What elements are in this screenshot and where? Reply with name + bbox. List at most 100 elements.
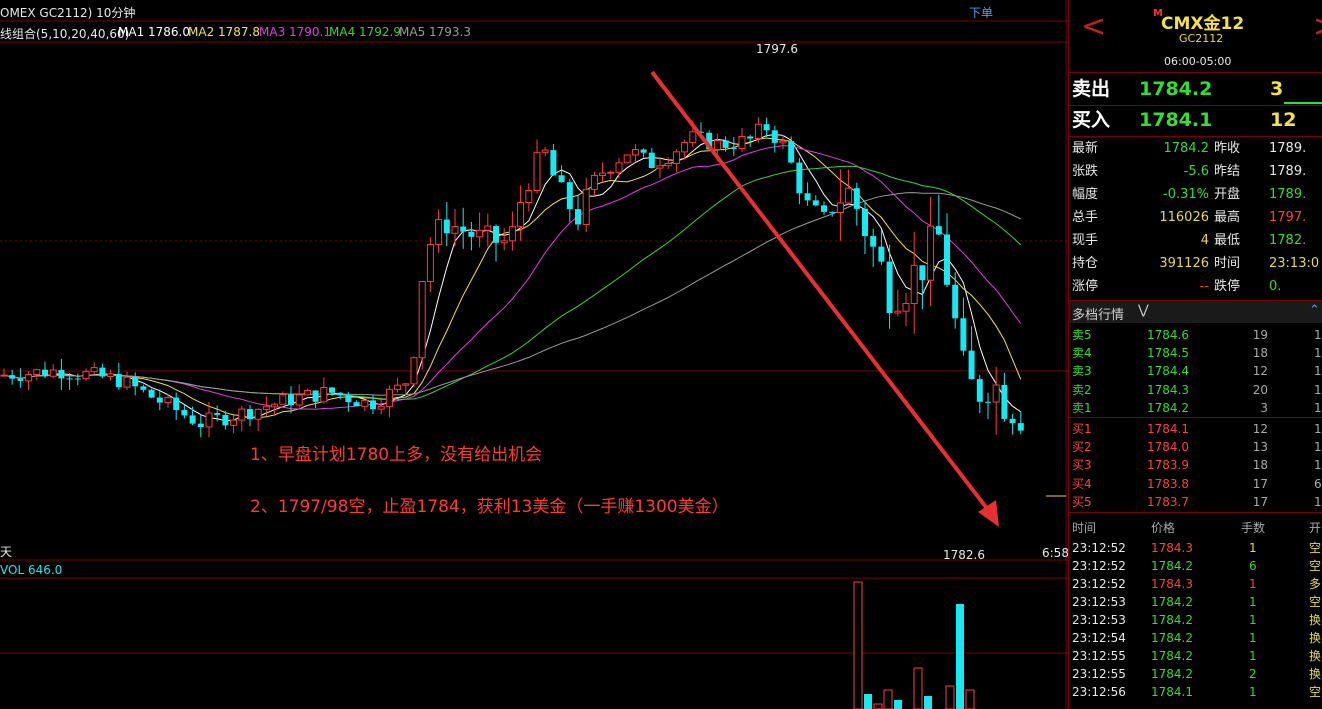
down-candle xyxy=(17,378,24,381)
trend-arrow xyxy=(650,70,999,527)
stat-label: 最低 xyxy=(1214,233,1241,248)
level-qty: 17 xyxy=(1252,476,1268,491)
level-label: 买3 xyxy=(1072,458,1092,473)
up-candle xyxy=(845,187,853,204)
tick-time: 23:12:52 xyxy=(1072,559,1126,573)
stat-value: 1789. xyxy=(1269,141,1307,156)
volume-bar xyxy=(853,581,863,709)
up-candle xyxy=(656,165,664,169)
order-link[interactable]: 下单 xyxy=(969,4,993,21)
down-candle xyxy=(853,188,860,209)
level-qty: 13 xyxy=(1252,440,1268,455)
kline-chart[interactable] xyxy=(0,0,1068,709)
level-extra: 1 xyxy=(1314,440,1322,455)
level-price: 1784.1 xyxy=(1147,422,1189,436)
chevron-down-icon[interactable]: ⋁ xyxy=(1138,303,1149,318)
contract-code: GC2112 xyxy=(1179,32,1224,45)
sell-level-row[interactable]: 卖4 1784.5 18 1 xyxy=(1069,344,1322,362)
down-candle xyxy=(976,379,983,402)
ask-row[interactable]: 卖出 1784.2 3 xyxy=(1069,76,1322,102)
prev-symbol-icon[interactable]: < xyxy=(1081,12,1106,42)
stat-row: 持仓 391126 时间 23:13:0 xyxy=(1069,252,1322,275)
tick-row: 23:12:53 1784.2 1 换 xyxy=(1069,611,1322,629)
tick-type: 换 xyxy=(1309,631,1322,645)
ma4-line xyxy=(3,165,1022,400)
bid-row[interactable]: 买入 1784.1 12 xyxy=(1069,107,1322,133)
tick-time: 23:12:55 xyxy=(1072,649,1126,663)
up-candle xyxy=(254,408,262,420)
stat-value: 0. xyxy=(1269,279,1282,294)
sell-level-row[interactable]: 卖2 1784.3 20 1 xyxy=(1069,381,1322,399)
down-candle xyxy=(730,147,737,149)
up-candle xyxy=(681,141,689,153)
down-candle xyxy=(132,377,139,387)
down-candle xyxy=(370,400,376,410)
ma4-label: MA4 1792.9 xyxy=(329,25,401,39)
down-candle xyxy=(763,124,770,131)
level-label: 卖1 xyxy=(1072,400,1092,415)
stat-value: 391126 xyxy=(1159,256,1209,271)
tick-price: 1784.1 xyxy=(1151,685,1193,699)
down-candle xyxy=(886,261,893,313)
divider xyxy=(1069,72,1322,73)
level-extra: 1 xyxy=(1314,346,1322,361)
buy-level-row[interactable]: 买4 1783.8 17 6 xyxy=(1069,475,1322,493)
level-qty: 18 xyxy=(1252,346,1268,361)
sell-level-row[interactable]: 卖1 1784.2 3 1 xyxy=(1069,399,1322,417)
bid-price: 1784.1 xyxy=(1139,109,1213,131)
tick-price: 1784.2 xyxy=(1151,613,1193,627)
buy-level-row[interactable]: 买1 1784.1 12 1 xyxy=(1069,420,1322,438)
down-candle xyxy=(173,397,180,410)
level-label: 卖3 xyxy=(1072,364,1092,379)
buy-level-row[interactable]: 买5 1783.7 17 1 xyxy=(1069,493,1322,511)
symbol-title: OMEX GC2112) 10分钟 xyxy=(0,6,136,20)
down-candle xyxy=(648,152,655,169)
stat-value: 1784.2 xyxy=(1163,141,1210,156)
tick-hands: 1 xyxy=(1249,595,1257,609)
up-candle xyxy=(271,403,279,408)
stat-value: -5.6 xyxy=(1183,164,1209,179)
down-candle xyxy=(115,373,122,388)
level-price: 1783.7 xyxy=(1147,494,1189,509)
down-candle xyxy=(58,369,65,379)
up-candle xyxy=(320,387,328,403)
up-candle xyxy=(779,140,787,144)
ma2-line xyxy=(3,137,1022,419)
buy-level-row[interactable]: 买3 1783.9 18 1 xyxy=(1069,456,1322,474)
chevron-up-icon[interactable]: ⌃ xyxy=(1309,303,1320,318)
ticks-time-header: 时间 xyxy=(1072,521,1097,535)
volume-bar xyxy=(913,667,923,709)
sell-level-row[interactable]: 卖5 1784.6 19 1 xyxy=(1069,326,1322,344)
stat-value: 1789. xyxy=(1269,164,1307,179)
tick-time: 23:12:53 xyxy=(1072,613,1126,627)
tick-type: 换 xyxy=(1309,649,1322,663)
stat-label: 跌停 xyxy=(1214,279,1241,294)
kline-chart-panel[interactable]: OMEX GC2112) 10分钟 下单 线组合(5,10,20,40,60) … xyxy=(0,0,1068,709)
down-candle xyxy=(862,208,868,237)
contract-title: CMX金12 xyxy=(1161,14,1245,34)
down-candle xyxy=(747,136,754,139)
down-candle xyxy=(247,409,253,420)
up-candle xyxy=(238,408,246,421)
up-candle xyxy=(361,399,369,407)
stat-value: 1797. xyxy=(1269,210,1307,225)
level-label: 卖2 xyxy=(1072,382,1092,397)
level-price: 1784.4 xyxy=(1147,364,1189,379)
up-candle xyxy=(894,310,902,314)
tick-row: 23:12:52 1784.3 1 空 xyxy=(1069,539,1322,557)
down-candle xyxy=(156,397,163,403)
up-candle xyxy=(435,219,443,245)
level-extra: 6 xyxy=(1314,476,1322,491)
tick-row: 23:12:55 1784.2 2 换 xyxy=(1069,665,1322,683)
ma-group-label[interactable]: 线组合(5,10,20,40,60) xyxy=(0,25,129,42)
depth-header[interactable]: 多档行情 ⋁ ⌃ xyxy=(1069,301,1322,323)
tick-price: 1784.3 xyxy=(1151,541,1193,555)
tick-type: 换 xyxy=(1309,613,1322,627)
next-symbol-icon[interactable]: > xyxy=(1313,12,1322,42)
tick-hands: 1 xyxy=(1249,685,1257,699)
level-extra: 1 xyxy=(1314,400,1322,415)
level-extra: 1 xyxy=(1314,328,1322,342)
stat-value: 1782. xyxy=(1269,233,1307,248)
buy-level-row[interactable]: 买2 1784.0 13 1 xyxy=(1069,438,1322,456)
sell-level-row[interactable]: 卖3 1784.4 12 1 xyxy=(1069,362,1322,380)
